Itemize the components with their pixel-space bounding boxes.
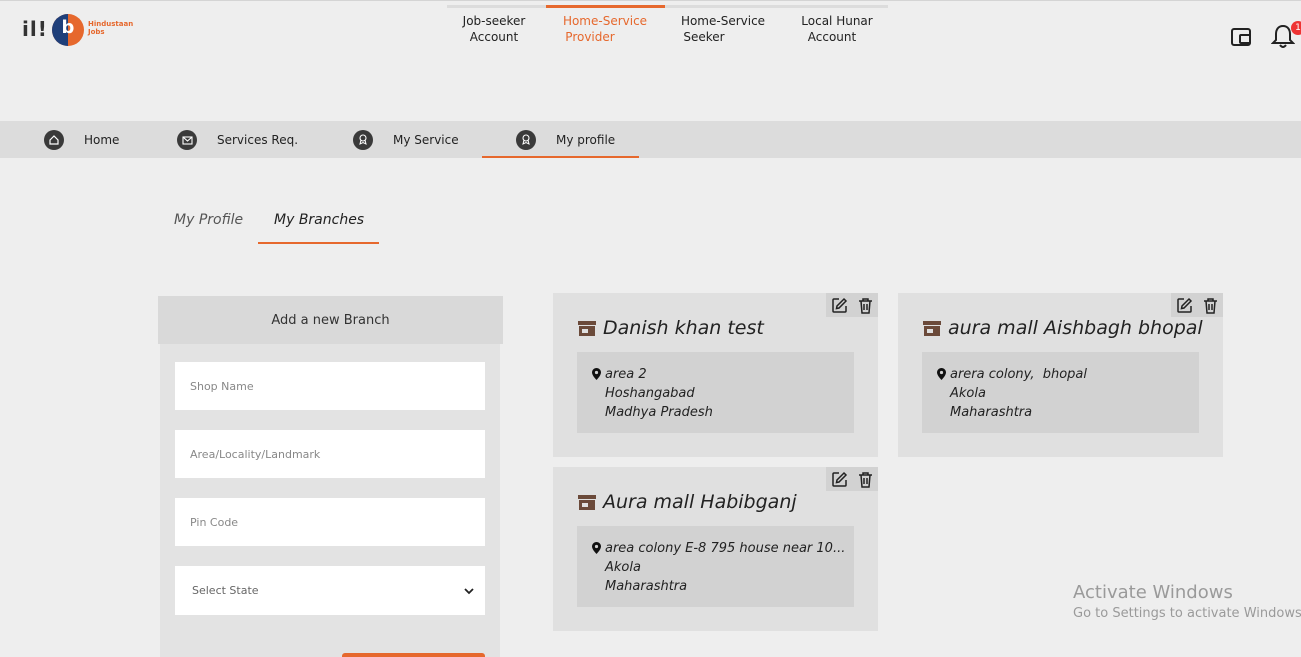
branch-card: Danish khan test area 2 Hoshangabad Madh… <box>553 293 878 457</box>
nav-my-profile[interactable]: My profile <box>516 121 615 158</box>
tab-my-profile[interactable]: My Profile <box>174 196 243 244</box>
mail-icon <box>177 129 197 150</box>
edit-icon[interactable] <box>829 295 849 315</box>
location-pin-icon <box>592 542 601 554</box>
branch-area: area 2 <box>605 367 647 382</box>
state-select-value: Select State <box>192 584 259 597</box>
branch-area: area colony E-8 795 house near 10... <box>605 541 846 556</box>
tab-home-service-provider[interactable]: Home-Service Provider <box>560 13 650 45</box>
tab-home-service-seeker[interactable]: Home-Service Seeker <box>678 13 768 45</box>
branch-card: aura mall Aishbagh bhopal arera colony, … <box>898 293 1223 457</box>
brand-line2: Jobs <box>88 28 105 36</box>
nav-services-req[interactable]: Services Req. <box>177 121 298 158</box>
branch-title: Danish khan test <box>577 317 764 339</box>
brand-name: Hindustaan Jobs <box>88 20 133 36</box>
branch-name: aura mall Aishbagh bhopal <box>948 317 1203 339</box>
branch-address: area 2 Hoshangabad Madhya Pradesh <box>577 352 854 433</box>
area-input[interactable] <box>175 430 485 478</box>
trash-icon[interactable] <box>855 295 875 315</box>
branch-title: aura mall Aishbagh bhopal <box>922 317 1203 339</box>
badge-icon <box>516 129 536 150</box>
card-actions <box>1171 293 1223 317</box>
card-actions <box>826 467 878 491</box>
badge-icon <box>353 129 373 150</box>
branch-address: area colony E-8 795 house near 10... Ako… <box>577 526 854 607</box>
shop-icon <box>578 320 596 336</box>
add-branch-header: Add a new Branch <box>158 296 503 344</box>
branch-state: Maharashtra <box>950 405 1033 420</box>
location-pin-icon <box>592 368 601 380</box>
card-actions <box>826 293 878 317</box>
tab-job-seeker-account[interactable]: Job-seeker Account <box>458 13 530 45</box>
nav-active-indicator <box>482 156 639 158</box>
branch-name: Aura mall Habibganj <box>603 491 797 513</box>
state-select[interactable]: Select State <box>175 566 485 615</box>
shop-icon <box>923 320 941 336</box>
nav-home[interactable]: Home <box>44 121 119 158</box>
trash-icon[interactable] <box>1200 295 1220 315</box>
branch-name: Danish khan test <box>603 317 764 339</box>
edit-icon[interactable] <box>829 469 849 489</box>
account-tab-active-indicator <box>546 5 665 8</box>
branch-state: Madhya Pradesh <box>605 405 713 420</box>
notification-badge: 1 <box>1291 21 1301 35</box>
branch-state: Maharashtra <box>605 579 688 594</box>
tab-my-branches[interactable]: My Branches <box>258 196 379 244</box>
branch-title: Aura mall Habibganj <box>577 491 797 513</box>
branch-area: arera colony, bhopal <box>950 367 1088 382</box>
brand-logo[interactable]: b <box>52 14 84 46</box>
menu-icon[interactable]: il! <box>22 17 48 41</box>
submit-button[interactable] <box>342 653 485 657</box>
pincode-input[interactable] <box>175 498 485 546</box>
main-nav: Home Services Req. My Service My profile <box>0 121 1301 158</box>
branch-city: Hoshangabad <box>605 386 695 401</box>
top-header: il! b Hindustaan Jobs Job-seeker Account… <box>0 0 1301 121</box>
branch-city: Akola <box>950 386 986 401</box>
tab-local-hunar-account[interactable]: Local Hunar Account <box>796 13 878 45</box>
brand-line1: Hindustaan <box>88 20 134 28</box>
chevron-down-icon <box>464 587 474 594</box>
branch-card: Aura mall Habibganj area colony E-8 795 … <box>553 467 878 631</box>
branch-city: Akola <box>605 560 641 575</box>
shop-icon <box>578 494 596 510</box>
home-icon <box>44 129 64 150</box>
trash-icon[interactable] <box>855 469 875 489</box>
edit-icon[interactable] <box>1174 295 1194 315</box>
branch-address: arera colony, bhopal Akola Maharashtra <box>922 352 1199 433</box>
nav-my-service[interactable]: My Service <box>353 121 459 158</box>
location-pin-icon <box>937 368 946 380</box>
shop-name-input[interactable] <box>175 362 485 410</box>
wallet-icon[interactable] <box>1231 28 1251 46</box>
activate-windows-watermark: Activate Windows Go to Settings to activ… <box>1073 582 1301 621</box>
